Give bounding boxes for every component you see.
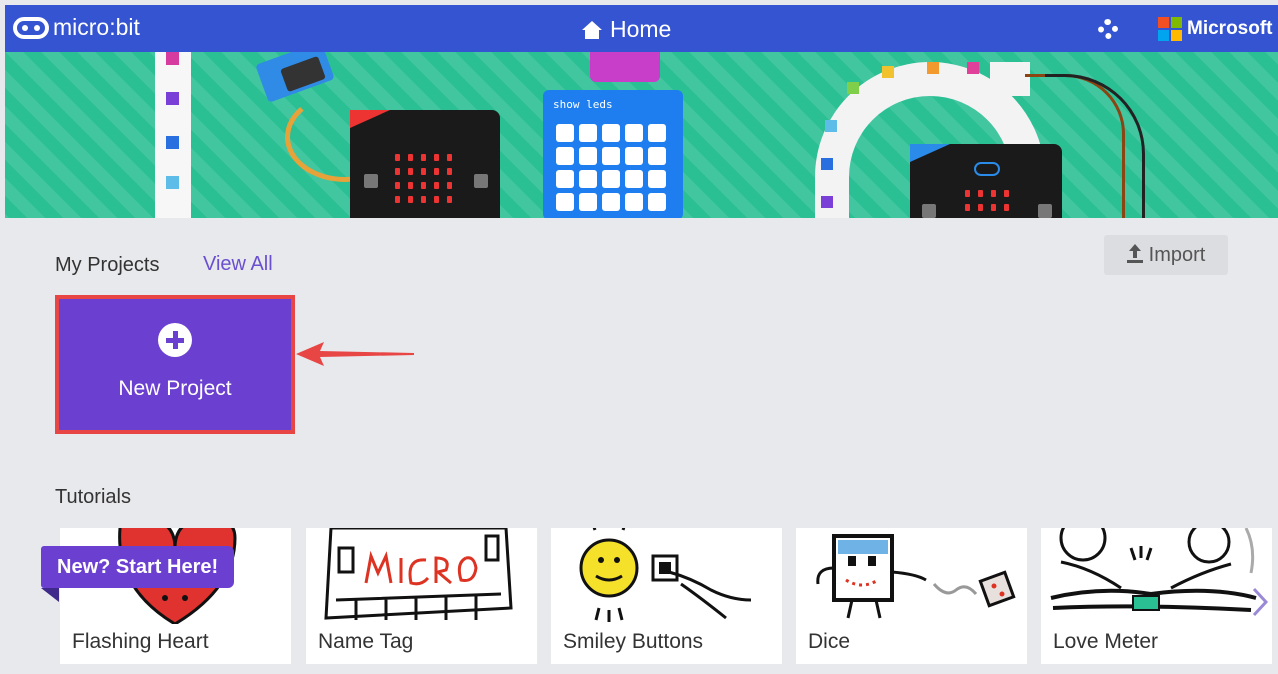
import-label: Import [1148, 243, 1206, 266]
tutorial-label: Flashing Heart [72, 630, 209, 653]
microbit-board-right [910, 144, 1062, 218]
upload-icon [1126, 244, 1143, 263]
home-icon [582, 20, 602, 39]
microsoft-logo-icon [1158, 17, 1182, 41]
led-strip [155, 52, 191, 218]
tutorial-label: Love Meter [1053, 630, 1159, 653]
smiley-buttons-thumbnail [551, 528, 782, 624]
home-button[interactable]: Home [582, 16, 671, 43]
microbit-logo[interactable]: micro:bit [13, 14, 140, 41]
tutorials-heading: Tutorials [55, 486, 131, 508]
tutorial-label: Smiley Buttons [563, 630, 704, 653]
show-leds-block: show leds [543, 90, 683, 218]
love-meter-thumbnail [1041, 528, 1272, 624]
microsoft-logo[interactable]: Microsoft [1158, 17, 1273, 41]
tutorial-card-smiley-buttons[interactable]: Smiley Buttons [551, 528, 782, 664]
carousel-next-chevron-icon[interactable] [1246, 585, 1274, 619]
code-block-magenta [590, 52, 660, 82]
settings-gear-icon[interactable] [1098, 19, 1118, 39]
tutorial-card-name-tag[interactable]: Name Tag [306, 528, 537, 664]
microbit-logo-icon [13, 16, 49, 39]
microbit-board-left [350, 110, 500, 218]
top-bar: micro:bit Home Microsoft [5, 5, 1278, 52]
new-project-card[interactable]: New Project [55, 295, 295, 434]
view-all-link[interactable]: View All [203, 253, 273, 276]
import-button[interactable]: Import [1104, 235, 1228, 275]
tutorial-card-love-meter[interactable]: Love Meter [1041, 528, 1272, 664]
tutorial-label: Dice [808, 630, 851, 653]
name-tag-thumbnail [306, 528, 537, 624]
new-project-label: New Project [118, 377, 232, 400]
new-start-here-badge: New? Start Here! [41, 546, 235, 588]
home-label: Home [610, 16, 672, 42]
dice-thumbnail [796, 528, 1027, 624]
hero-banner: show leds [5, 52, 1278, 218]
annotation-arrow [296, 342, 414, 366]
tutorial-label: Name Tag [318, 630, 414, 653]
show-leds-label: show leds [553, 98, 613, 111]
microsoft-label: Microsoft [1187, 18, 1273, 39]
brand-name: micro:bit [53, 14, 140, 40]
plus-circle-icon [158, 323, 192, 357]
my-projects-heading: My Projects [55, 254, 160, 276]
tutorial-card-dice[interactable]: Dice [796, 528, 1027, 664]
